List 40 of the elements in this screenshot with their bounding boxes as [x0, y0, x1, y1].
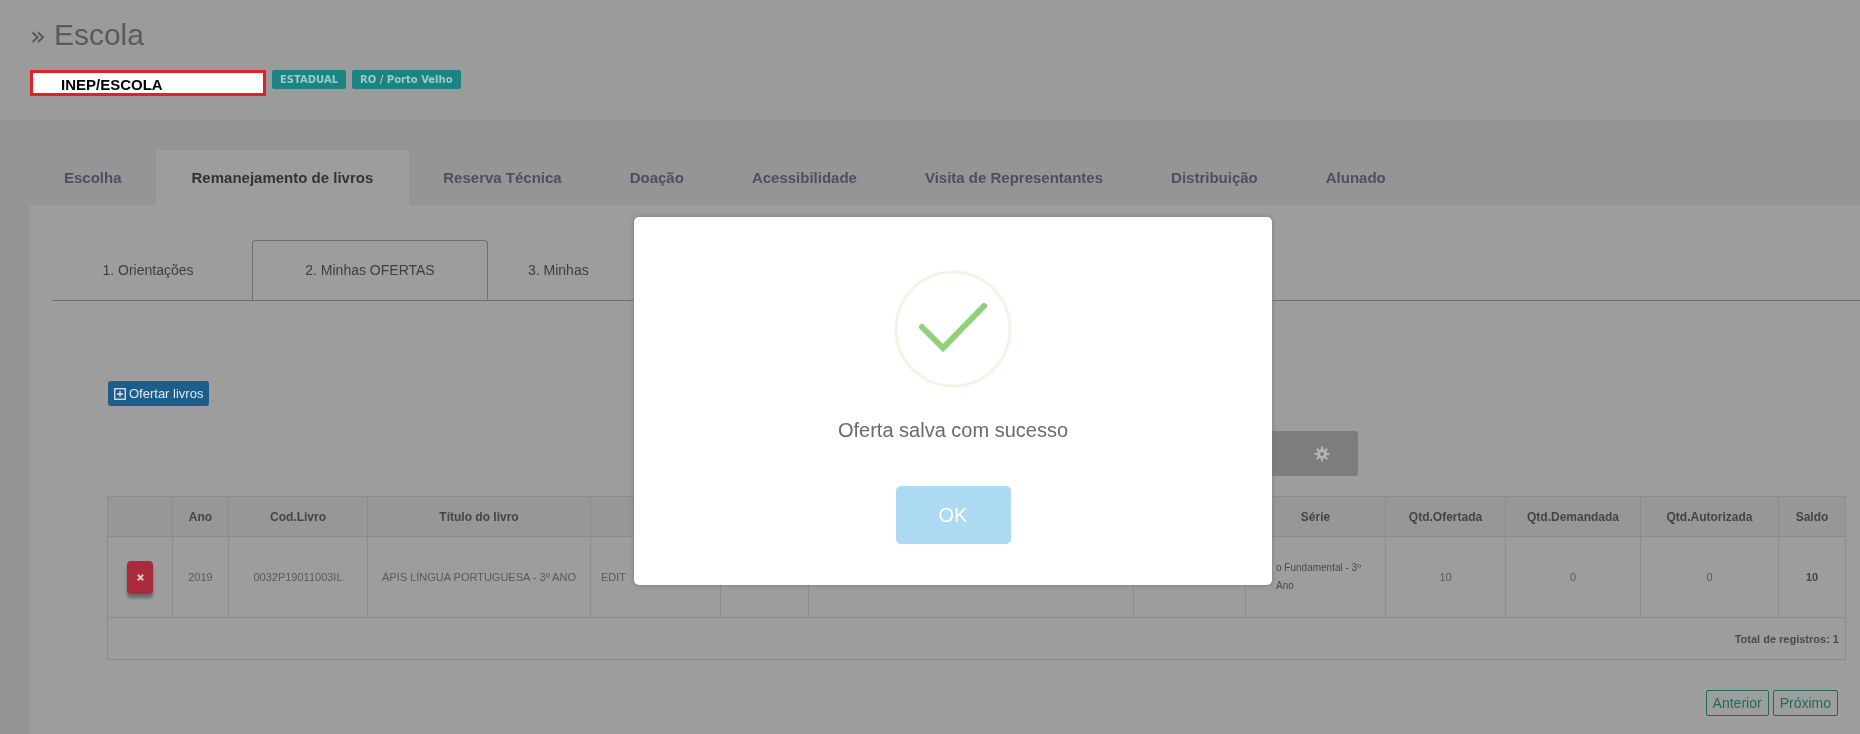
table-cell: 0032P19011003IL [228, 536, 368, 618]
column-header: Qtd.Demandada [1505, 496, 1641, 537]
table-cell: 10 [1385, 536, 1506, 618]
table-cell: 10 [1778, 536, 1846, 618]
school-label: INEP/ESCOLA [30, 70, 266, 96]
badge: ESTADUAL [272, 70, 347, 89]
table-cell: 2019 [172, 536, 229, 618]
offer-books-button[interactable]: Ofertar livros [108, 381, 210, 406]
plus-box-icon [114, 387, 126, 400]
ok-button[interactable]: OK [895, 486, 1011, 544]
close-icon [135, 572, 145, 582]
pagination-button[interactable]: Anterior [1705, 690, 1769, 716]
column-header: Qtd.Ofertada [1385, 496, 1506, 537]
table-cell: 0 [1640, 536, 1779, 618]
delete-button[interactable] [127, 560, 153, 594]
dialog-message: Oferta salva com sucesso [837, 419, 1069, 442]
chevron-glyph: » [30, 21, 46, 51]
tab[interactable]: Escolha [30, 150, 156, 205]
tab[interactable]: Distribuição [1137, 150, 1292, 205]
column-header: Ano [172, 496, 229, 537]
pagination-button[interactable]: Próximo [1772, 690, 1838, 716]
column-header: Cod.Livro [228, 496, 368, 537]
table-cell: 0 [1505, 536, 1641, 618]
tab[interactable]: Visita de Representantes [890, 150, 1138, 205]
tab[interactable]: 1. Orientações [52, 240, 244, 300]
column-header: Título do livro [367, 496, 591, 537]
record-count: Total de registros: 1 [107, 617, 1846, 660]
column-header: Qtd.Autorizada [1640, 496, 1779, 537]
badge: RO / Porto Velho [352, 70, 461, 89]
tab[interactable]: Reserva Técnica [409, 150, 596, 205]
column-header: Saldo [1778, 496, 1846, 537]
page-title: Escola [53, 18, 144, 52]
tab[interactable]: Remanejamento de livros [155, 150, 410, 205]
settings-icon[interactable] [1314, 445, 1330, 462]
table-cell: ÁPIS LÍNGUA PORTUGUESA - 3º ANO [367, 536, 591, 618]
tab[interactable]: Alunado [1291, 150, 1420, 205]
tab[interactable]: 2. Minhas OFERTAS [252, 240, 488, 300]
success-check-icon [893, 269, 1013, 389]
tab[interactable]: Acessibilidade [717, 150, 891, 205]
tab[interactable]: Doação [595, 150, 718, 205]
